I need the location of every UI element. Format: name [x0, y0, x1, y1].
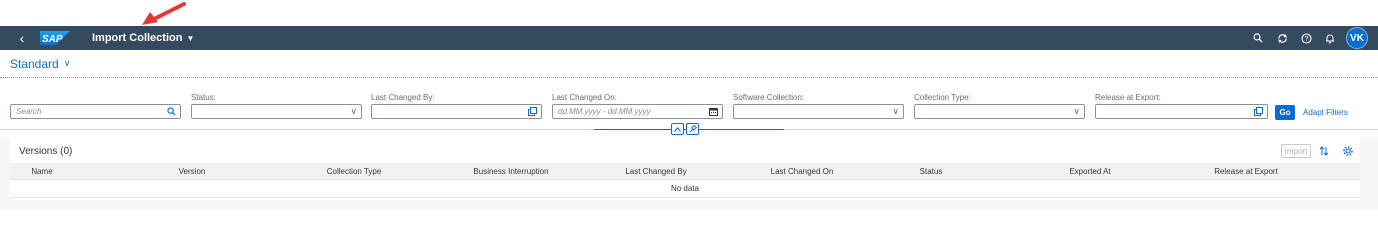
go-button[interactable]: Go [1275, 105, 1295, 120]
filter-last-changed-on: Last Changed On: dd.MM.yyyy - dd.MM.yyyy [552, 92, 723, 119]
adapt-filters-button[interactable]: Adapt Filters [1303, 105, 1348, 120]
bell-icon[interactable] [1318, 26, 1342, 50]
app-title-menu[interactable]: Import Collection ▼ [92, 32, 194, 44]
content-area: Versions (0) Import Name Version Collect… [0, 138, 1378, 210]
table-header: Name Version Collection Type Business In… [10, 163, 1360, 180]
status-select[interactable]: ∨ [191, 104, 362, 119]
status-label: Status: [191, 93, 216, 102]
column-header-collection-type[interactable]: Collection Type [284, 163, 424, 180]
shell-actions: ? VK [1246, 26, 1368, 50]
caret-down-icon: ▼ [186, 33, 195, 43]
chevron-down-icon[interactable]: ∨ [1073, 105, 1080, 118]
help-icon[interactable]: ? [1294, 26, 1318, 50]
pin-icon [689, 125, 697, 133]
column-header-exported-at[interactable]: Exported At [1020, 163, 1160, 180]
search-icon[interactable] [1246, 26, 1270, 50]
search-icon[interactable] [167, 105, 176, 118]
last-changed-on-date-range[interactable]: dd.MM.yyyy - dd.MM.yyyy [552, 104, 723, 119]
back-icon[interactable]: ‹ [14, 30, 30, 46]
table-title: Versions (0) [19, 146, 73, 157]
last-changed-on-label: Last Changed On: [552, 93, 617, 102]
app-title: Import Collection [92, 32, 183, 44]
pin-header-button[interactable] [686, 123, 699, 135]
last-changed-by-input[interactable] [371, 104, 542, 119]
settings-icon[interactable] [1341, 144, 1355, 158]
column-header-status[interactable]: Status [861, 163, 1001, 180]
page-header: Standard ∨ [0, 50, 1378, 78]
import-button[interactable]: Import [1281, 144, 1311, 158]
avatar[interactable]: VK [1346, 27, 1368, 49]
versions-table: Versions (0) Import Name Version Collect… [10, 138, 1360, 200]
collection-type-select[interactable]: ∨ [914, 104, 1085, 119]
svg-text:?: ? [1304, 36, 1308, 43]
filter-collection-type: Collection Type: ∨ [914, 92, 1085, 119]
sap-logo: SAP [40, 31, 70, 45]
header-toggle-bar [0, 122, 1378, 138]
column-header-release-at-export[interactable]: Release at Export [1176, 163, 1316, 180]
search-placeholder: Search [16, 107, 42, 116]
no-data-message: No data [10, 180, 1360, 198]
software-collection-label: Software Collection: [733, 93, 805, 102]
column-header-last-changed-on[interactable]: Last Changed On [732, 163, 872, 180]
sort-icon[interactable] [1317, 144, 1331, 158]
collapse-header-button[interactable] [671, 123, 684, 135]
search-input[interactable]: Search [10, 104, 181, 119]
column-header-name[interactable]: Name [0, 163, 112, 180]
svg-text:SAP: SAP [42, 34, 63, 45]
column-header-business-interruption[interactable]: Business Interruption [441, 163, 581, 180]
value-help-icon[interactable] [528, 105, 537, 118]
chevron-down-icon: ∨ [63, 58, 71, 68]
collection-type-label: Collection Type: [914, 93, 971, 102]
filter-search: Search [10, 92, 181, 119]
chevron-up-icon [674, 126, 681, 132]
filter-software-collection: Software Collection: ∨ [733, 92, 904, 119]
date-range-placeholder: dd.MM.yyyy - dd.MM.yyyy [558, 107, 651, 116]
shell-bar: ‹ SAP Import Collection ▼ ? VK [0, 26, 1378, 50]
filter-last-changed-by: Last Changed By: [371, 92, 542, 119]
release-at-export-label: Release at Export: [1095, 93, 1161, 102]
release-at-export-input[interactable] [1095, 104, 1268, 119]
sync-icon[interactable] [1270, 26, 1294, 50]
filter-status: Status: ∨ [191, 92, 362, 119]
column-header-last-changed-by[interactable]: Last Changed By [586, 163, 726, 180]
calendar-icon[interactable] [709, 105, 718, 118]
software-collection-select[interactable]: ∨ [733, 104, 904, 119]
chevron-down-icon[interactable]: ∨ [350, 105, 357, 118]
column-header-version[interactable]: Version [122, 163, 262, 180]
last-changed-by-label: Last Changed By: [371, 93, 435, 102]
variant-selector[interactable]: Standard ∨ [10, 57, 70, 71]
filter-release-at-export: Release at Export: [1095, 92, 1268, 119]
variant-label: Standard [10, 56, 59, 71]
value-help-icon[interactable] [1254, 105, 1263, 118]
chevron-down-icon[interactable]: ∨ [892, 105, 899, 118]
